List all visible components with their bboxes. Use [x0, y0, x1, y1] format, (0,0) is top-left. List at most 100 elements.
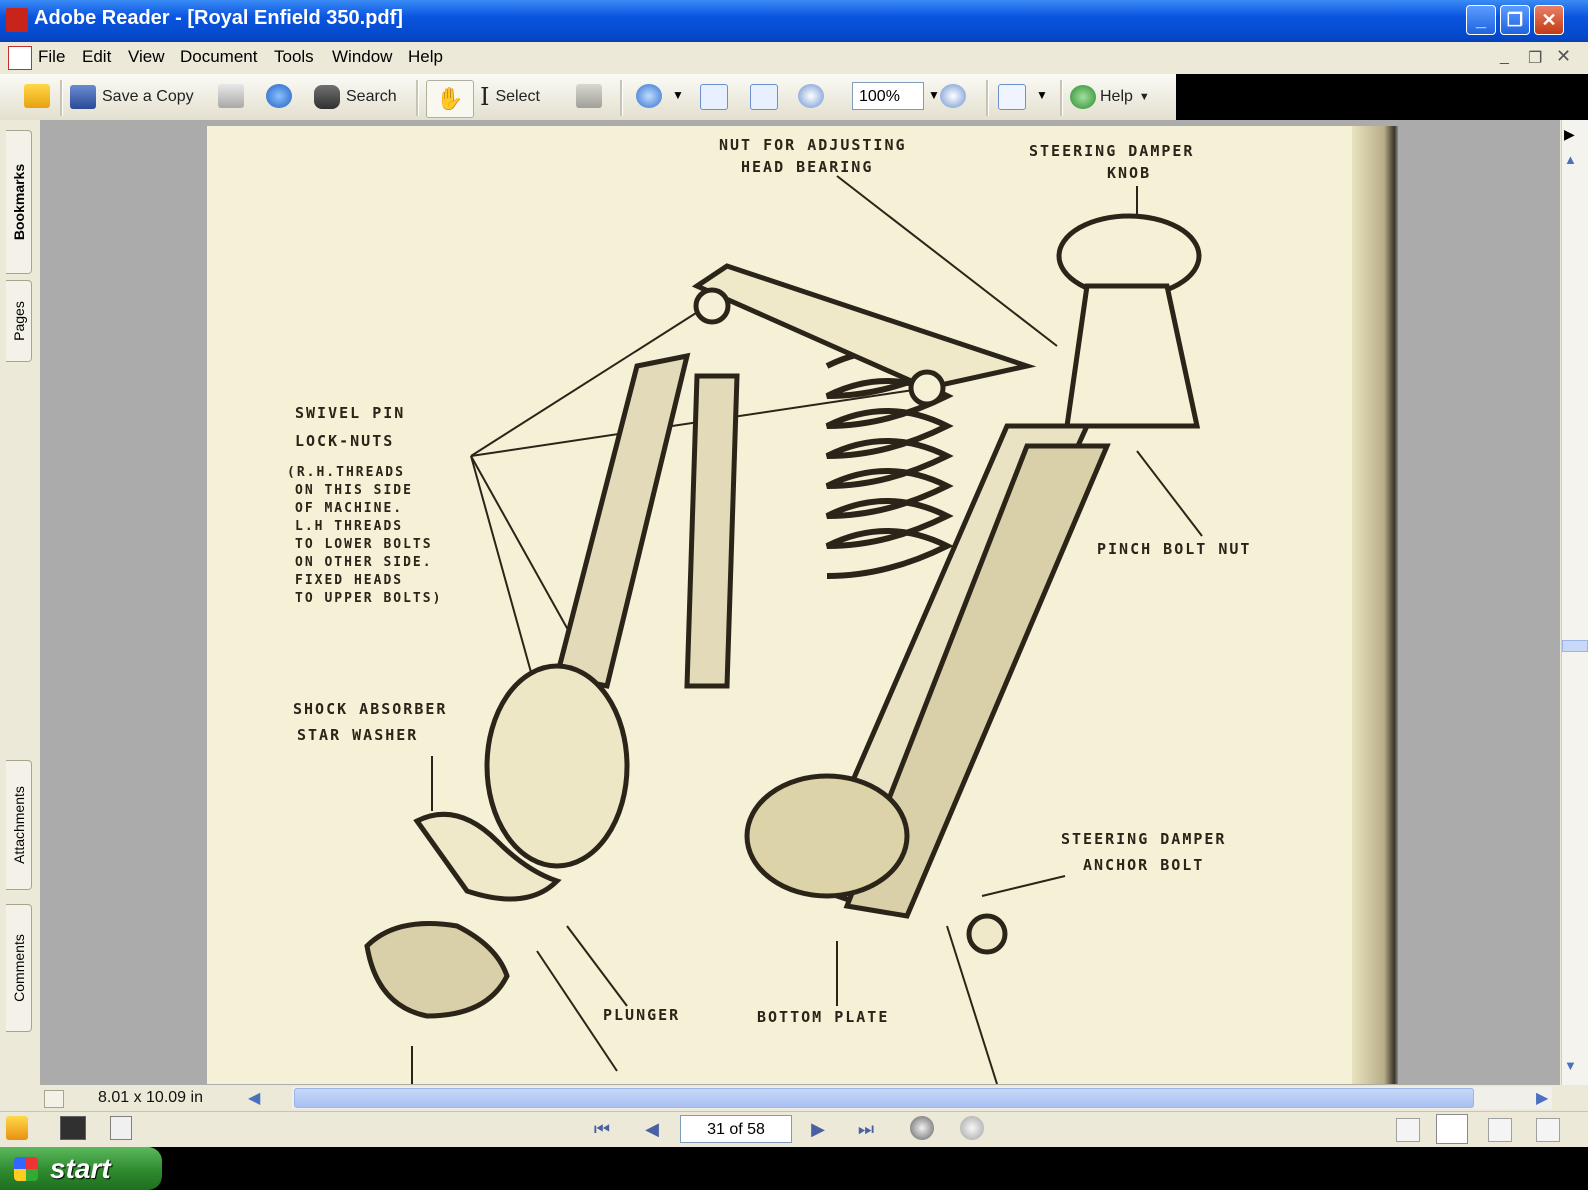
open-folder-icon[interactable]	[24, 84, 50, 108]
label-damper-knob-1: STEERING DAMPER	[1029, 142, 1195, 160]
close-button[interactable]: ✕	[1534, 5, 1564, 35]
menu-file[interactable]: File	[38, 47, 65, 67]
help-icon	[1070, 85, 1096, 109]
window-title: Adobe Reader - [Royal Enfield 350.pdf]	[34, 7, 403, 29]
fit-page-icon[interactable]	[750, 84, 778, 110]
label-damper-knob-2: KNOB	[1107, 164, 1152, 182]
threads-note-line: FIXED HEADS	[295, 573, 404, 588]
pdf-page: NUT FOR ADJUSTING HEAD BEARING STEERING …	[207, 126, 1397, 1084]
next-page-icon[interactable]: ▶	[806, 1117, 830, 1141]
label-shock-absorber-1: SHOCK ABSORBER	[293, 700, 448, 718]
threads-note: (R.H.THREADS ON THIS SIDE OF MACHINE. L.…	[287, 464, 442, 608]
vertical-scrollbar[interactable]	[1561, 120, 1588, 1085]
vertical-scroll-thumb[interactable]	[1562, 640, 1588, 652]
minimize-button[interactable]: _	[1466, 5, 1496, 35]
search-label: Search	[346, 88, 397, 105]
scroll-down-icon[interactable]: ▼	[1564, 1058, 1577, 1073]
bookmarks-label: Bookmarks	[10, 163, 27, 241]
menu-edit[interactable]: Edit	[82, 47, 111, 67]
tab-bookmarks[interactable]: Bookmarks	[6, 130, 32, 274]
start-label: start	[50, 1152, 111, 1184]
next-view-icon[interactable]	[960, 1116, 984, 1140]
text-cursor-icon: I	[480, 83, 490, 111]
document-view-icon[interactable]	[110, 1116, 132, 1140]
label-swivel-pin-2: LOCK-NUTS	[295, 432, 395, 450]
toolbar-empty-area	[1176, 74, 1588, 120]
label-nut-adjusting-2: HEAD BEARING	[741, 158, 874, 176]
save-copy-button[interactable]: Save a Copy	[70, 82, 194, 112]
restore-button[interactable]: ❐	[1500, 5, 1530, 35]
menu-document[interactable]: Document	[180, 47, 257, 67]
threads-note-line: TO LOWER BOLTS	[295, 537, 433, 552]
label-plunger: PLUNGER	[603, 1006, 681, 1024]
taskbar	[0, 1147, 1588, 1190]
zoom-plus-icon[interactable]	[940, 84, 966, 108]
first-page-icon[interactable]: ⏮	[590, 1117, 614, 1141]
menu-tools[interactable]: Tools	[274, 47, 314, 67]
previous-view-icon[interactable]	[910, 1116, 934, 1140]
floppy-disk-icon	[70, 85, 96, 109]
doc-minimize-icon[interactable]: _	[1500, 48, 1509, 66]
zoom-level-input[interactable]: 100%	[852, 82, 924, 110]
continuous-facing-icon[interactable]	[1536, 1118, 1560, 1142]
threads-note-line: (R.H.THREADS	[287, 465, 405, 480]
help-button[interactable]: Help ▼	[1070, 82, 1150, 112]
facing-page-icon[interactable]	[1488, 1118, 1512, 1142]
tab-pages[interactable]: Pages	[6, 280, 32, 362]
scroll-up-icon[interactable]: ▲	[1564, 152, 1577, 167]
hand-tool-icon[interactable]: ✋	[426, 80, 474, 118]
threads-note-line: TO UPPER BOLTS)	[295, 591, 443, 606]
zoom-in-icon[interactable]	[636, 84, 662, 108]
doc-close-icon[interactable]: ✕	[1556, 46, 1571, 67]
page-size-label: 8.01 x 10.09 in	[98, 1089, 203, 1106]
threads-note-line: L.H THREADS	[295, 519, 404, 534]
page-number-input[interactable]: 31 of 58	[680, 1115, 792, 1143]
windows-logo-icon	[14, 1157, 38, 1181]
search-button[interactable]: Search	[314, 82, 397, 112]
page-layout-icon[interactable]	[998, 84, 1026, 110]
navigation-bar	[0, 1111, 1588, 1148]
scroll-left-icon[interactable]: ◀	[248, 1088, 260, 1108]
tab-attachments[interactable]: Attachments	[6, 760, 32, 890]
film-icon[interactable]	[60, 1116, 86, 1140]
snapshot-icon[interactable]	[576, 84, 602, 108]
page-layout-dropdown-icon[interactable]: ▼	[1036, 88, 1048, 102]
menu-view[interactable]: View	[128, 47, 165, 67]
label-pinch-bolt: PINCH BOLT NUT	[1097, 540, 1252, 558]
doc-restore-icon[interactable]: ❐	[1528, 48, 1542, 68]
comments-label: Comments	[10, 934, 27, 1002]
menu-help[interactable]: Help	[408, 47, 443, 67]
binoculars-icon	[314, 85, 340, 109]
save-copy-label: Save a Copy	[102, 88, 194, 105]
previous-page-icon[interactable]: ◀	[640, 1117, 664, 1141]
panel-expand-icon[interactable]: ▶	[1564, 126, 1575, 143]
start-button[interactable]: start	[0, 1147, 162, 1190]
help-dropdown-icon: ▼	[1138, 91, 1150, 103]
select-tool-button[interactable]: I Select	[480, 82, 540, 112]
scroll-right-icon[interactable]: ▶	[1536, 1088, 1548, 1108]
threads-note-line: OF MACHINE.	[295, 501, 404, 516]
status-icon	[6, 1116, 28, 1140]
select-label: Select	[495, 88, 540, 105]
attachments-label: Attachments	[10, 786, 27, 864]
last-page-icon[interactable]: ⏭	[854, 1117, 878, 1141]
print-icon[interactable]	[218, 84, 244, 108]
menu-window[interactable]: Window	[332, 47, 392, 67]
page-size-icon	[44, 1090, 64, 1108]
actual-size-icon[interactable]	[700, 84, 728, 110]
help-label: Help	[1100, 88, 1133, 105]
tab-comments[interactable]: Comments	[6, 904, 32, 1032]
page-gutter-shadow	[1352, 126, 1398, 1084]
zoom-dropdown-icon[interactable]: ▼	[672, 88, 684, 102]
email-globe-icon[interactable]	[266, 84, 292, 108]
threads-note-line: ON OTHER SIDE.	[295, 555, 433, 570]
single-page-icon[interactable]	[1396, 1118, 1420, 1142]
label-anchor-bolt-2: ANCHOR BOLT	[1083, 856, 1205, 874]
label-bottom-plate: BOTTOM PLATE	[757, 1008, 890, 1026]
zoom-out-icon[interactable]	[798, 84, 824, 108]
zoom-level-dropdown-icon[interactable]: ▼	[928, 88, 940, 102]
continuous-page-icon[interactable]	[1436, 1114, 1468, 1144]
document-icon	[8, 46, 32, 70]
pages-label: Pages	[10, 301, 27, 341]
horizontal-scroll-thumb[interactable]	[294, 1088, 1474, 1108]
